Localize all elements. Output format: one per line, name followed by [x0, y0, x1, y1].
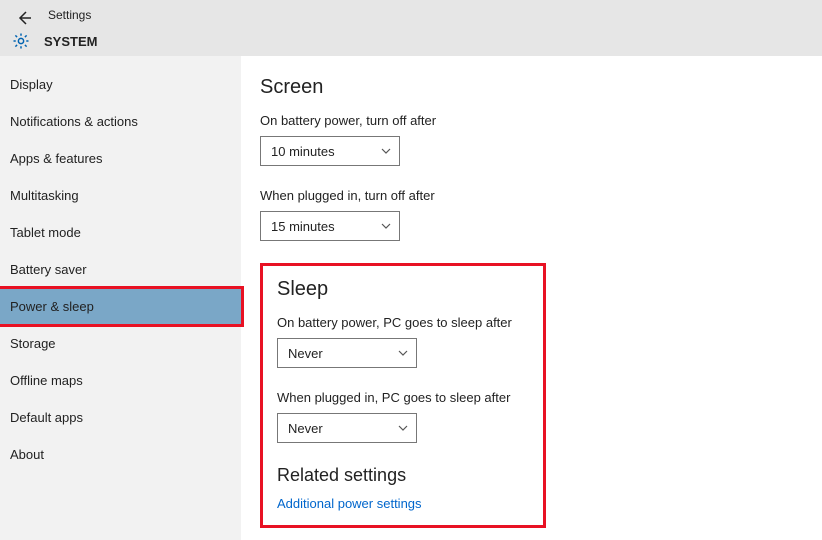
chevron-down-icon: [398, 423, 408, 433]
system-row: SYSTEM: [12, 32, 97, 50]
sleep-annotation-box: Sleep On battery power, PC goes to sleep…: [260, 263, 546, 528]
sidebar-item-label: Multitasking: [10, 188, 79, 203]
sidebar: Display Notifications & actions Apps & f…: [0, 56, 242, 540]
dropdown-value: Never: [288, 346, 323, 361]
content-pane: Screen On battery power, turn off after …: [242, 56, 822, 540]
sidebar-item-label: Tablet mode: [10, 225, 81, 240]
additional-power-settings-link[interactable]: Additional power settings: [277, 496, 529, 511]
sidebar-item-label: Notifications & actions: [10, 114, 138, 129]
sidebar-item-offline-maps[interactable]: Offline maps: [0, 362, 241, 399]
chevron-down-icon: [381, 221, 391, 231]
sidebar-item-apps[interactable]: Apps & features: [0, 140, 241, 177]
sidebar-item-label: About: [10, 447, 44, 462]
sidebar-item-label: Offline maps: [10, 373, 83, 388]
screen-battery-dropdown[interactable]: 10 minutes: [260, 136, 400, 166]
header-bar: Settings SYSTEM: [0, 0, 822, 56]
window-title: Settings: [48, 8, 91, 22]
sidebar-item-notifications[interactable]: Notifications & actions: [0, 103, 241, 140]
sidebar-item-label: Display: [10, 77, 53, 92]
sidebar-item-battery-saver[interactable]: Battery saver: [0, 251, 241, 288]
screen-battery-label: On battery power, turn off after: [260, 113, 802, 128]
gear-icon: [12, 32, 30, 50]
sidebar-item-multitasking[interactable]: Multitasking: [0, 177, 241, 214]
sidebar-item-display[interactable]: Display: [0, 66, 241, 103]
sleep-plugged-label: When plugged in, PC goes to sleep after: [277, 390, 529, 405]
sidebar-item-label: Power & sleep: [10, 299, 94, 314]
sidebar-item-label: Apps & features: [10, 151, 103, 166]
dropdown-value: 15 minutes: [271, 219, 335, 234]
sleep-battery-dropdown[interactable]: Never: [277, 338, 417, 368]
screen-plugged-dropdown[interactable]: 15 minutes: [260, 211, 400, 241]
sidebar-item-default-apps[interactable]: Default apps: [0, 399, 241, 436]
sidebar-item-power-sleep[interactable]: Power & sleep: [0, 288, 241, 325]
arrow-left-icon: [12, 6, 36, 30]
system-title: SYSTEM: [44, 34, 97, 49]
chevron-down-icon: [381, 146, 391, 156]
sidebar-item-label: Default apps: [10, 410, 83, 425]
chevron-down-icon: [398, 348, 408, 358]
sleep-plugged-dropdown[interactable]: Never: [277, 413, 417, 443]
dropdown-value: 10 minutes: [271, 144, 335, 159]
sidebar-item-tablet-mode[interactable]: Tablet mode: [0, 214, 241, 251]
screen-heading: Screen: [260, 76, 802, 99]
related-heading: Related settings: [277, 465, 529, 486]
sidebar-item-label: Battery saver: [10, 262, 87, 277]
dropdown-value: Never: [288, 421, 323, 436]
sidebar-item-storage[interactable]: Storage: [0, 325, 241, 362]
sidebar-item-label: Storage: [10, 336, 56, 351]
sleep-battery-label: On battery power, PC goes to sleep after: [277, 315, 529, 330]
screen-plugged-label: When plugged in, turn off after: [260, 188, 802, 203]
back-button[interactable]: [12, 6, 36, 30]
sleep-heading: Sleep: [277, 278, 529, 301]
sidebar-item-about[interactable]: About: [0, 436, 241, 473]
